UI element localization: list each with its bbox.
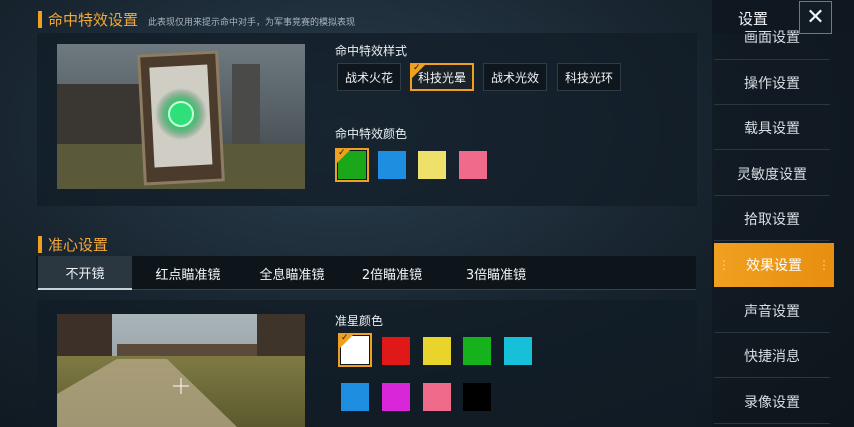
sidebar-item-label: 拾取设置 bbox=[744, 211, 800, 228]
sidebar-item-controls[interactable]: 操作设置 bbox=[714, 61, 830, 105]
crosshair-color-white[interactable]: ✓ bbox=[338, 333, 372, 367]
sidebar-item-quick-messages[interactable]: 快捷消息 bbox=[714, 334, 830, 378]
hit-effect-preview-image bbox=[57, 44, 305, 189]
checkmark-icon: ✓ bbox=[338, 148, 346, 158]
scope-tabs: 不开镜 红点瞄准镜 全息瞄准镜 2倍瞄准镜 3倍瞄准镜 bbox=[36, 256, 696, 290]
tab-label: 全息瞄准镜 bbox=[259, 267, 325, 283]
sidebar-item-label: 画面设置 bbox=[744, 30, 800, 46]
sidebar-item-sound[interactable]: 声音设置 bbox=[714, 289, 830, 333]
crosshair-color-red[interactable] bbox=[382, 337, 410, 365]
hit-effect-style-label: 命中特效样式 bbox=[335, 44, 408, 58]
settings-sidebar: 设置 ✕ 画面设置 操作设置 载具设置 灵敏度设置 拾取设置 效果设置 声音设置… bbox=[712, 0, 854, 427]
crosshair-preview-image bbox=[57, 314, 305, 427]
style-option-tactical-glow[interactable]: 战术光效 bbox=[483, 63, 547, 91]
sidebar-item-label: 灵敏度设置 bbox=[737, 166, 807, 183]
style-option-label: 科技光环 bbox=[564, 70, 613, 85]
tab-holographic[interactable]: 全息瞄准镜 bbox=[240, 256, 344, 290]
sidebar-item-pickup[interactable]: 拾取设置 bbox=[714, 197, 830, 241]
style-option-tech-ring[interactable]: 科技光环 bbox=[557, 63, 621, 91]
style-option-label: 战术火花 bbox=[344, 70, 393, 85]
tab-red-dot[interactable]: 红点瞄准镜 bbox=[136, 256, 240, 290]
sidebar-item-effects[interactable]: 效果设置 bbox=[714, 243, 834, 287]
style-option-tech-halo[interactable]: ✓ 科技光晕 bbox=[410, 63, 474, 91]
sidebar-item-sensitivity[interactable]: 灵敏度设置 bbox=[714, 152, 830, 196]
checkmark-icon: ✓ bbox=[341, 333, 349, 343]
sidebar-item-label: 声音设置 bbox=[744, 303, 800, 320]
crosshair-color-label: 准星颜色 bbox=[335, 314, 384, 328]
hit-effect-note: 此表现仅用来提示命中对手，为军事竞赛的模拟表现 bbox=[148, 18, 356, 28]
hit-effect-color-label: 命中特效颜色 bbox=[335, 127, 408, 141]
hit-color-pink[interactable] bbox=[459, 151, 487, 179]
sidebar-item-label: 效果设置 bbox=[746, 258, 802, 274]
sidebar-item-recording[interactable]: 录像设置 bbox=[714, 380, 830, 424]
tab-3x-scope[interactable]: 3倍瞄准镜 bbox=[446, 256, 546, 290]
hit-color-yellow[interactable] bbox=[418, 151, 446, 179]
checkmark-icon: ✓ bbox=[413, 63, 421, 73]
tab-label: 红点瞄准镜 bbox=[155, 267, 221, 283]
hit-effect-title: 命中特效设置 bbox=[48, 11, 139, 29]
crosshair-title: 准心设置 bbox=[48, 236, 109, 254]
section-accent-bar bbox=[38, 11, 42, 28]
tab-label: 2倍瞄准镜 bbox=[361, 267, 423, 283]
style-option-label: 科技光晕 bbox=[417, 70, 466, 85]
sidebar-item-graphics[interactable]: 画面设置 bbox=[714, 16, 830, 60]
style-option-label: 战术光效 bbox=[490, 70, 539, 85]
crosshair-section-title: 准心设置 bbox=[38, 234, 108, 255]
sidebar-item-vehicle[interactable]: 载具设置 bbox=[714, 106, 830, 150]
crosshair-color-green[interactable] bbox=[463, 337, 491, 365]
sidebar-item-label: 操作设置 bbox=[744, 75, 800, 92]
sidebar-item-label: 载具设置 bbox=[744, 120, 800, 137]
section-accent-bar bbox=[38, 236, 42, 253]
tab-label: 不开镜 bbox=[65, 266, 105, 282]
crosshair-color-pink[interactable] bbox=[423, 383, 451, 411]
hit-color-green[interactable]: ✓ bbox=[335, 148, 369, 182]
hit-effect-section-title: 命中特效设置 此表现仅用来提示命中对手，为军事竞赛的模拟表现 bbox=[38, 9, 355, 30]
tab-no-scope[interactable]: 不开镜 bbox=[38, 256, 132, 290]
crosshair-color-cyan[interactable] bbox=[504, 337, 532, 365]
crosshair-color-magenta[interactable] bbox=[382, 383, 410, 411]
tab-label: 3倍瞄准镜 bbox=[465, 267, 527, 283]
crosshair-color-blue[interactable] bbox=[341, 383, 369, 411]
sidebar-item-label: 录像设置 bbox=[744, 394, 800, 411]
main-content: 命中特效设置 此表现仅用来提示命中对手，为军事竞赛的模拟表现 命中特效样式 战术… bbox=[0, 0, 712, 427]
sidebar-item-label: 快捷消息 bbox=[744, 348, 800, 365]
crosshair-color-yellow[interactable] bbox=[423, 337, 451, 365]
hit-color-blue[interactable] bbox=[378, 151, 406, 179]
tab-2x-scope[interactable]: 2倍瞄准镜 bbox=[342, 256, 442, 290]
crosshair-color-black[interactable] bbox=[463, 383, 491, 411]
style-option-tactical-spark[interactable]: 战术火花 bbox=[337, 63, 401, 91]
